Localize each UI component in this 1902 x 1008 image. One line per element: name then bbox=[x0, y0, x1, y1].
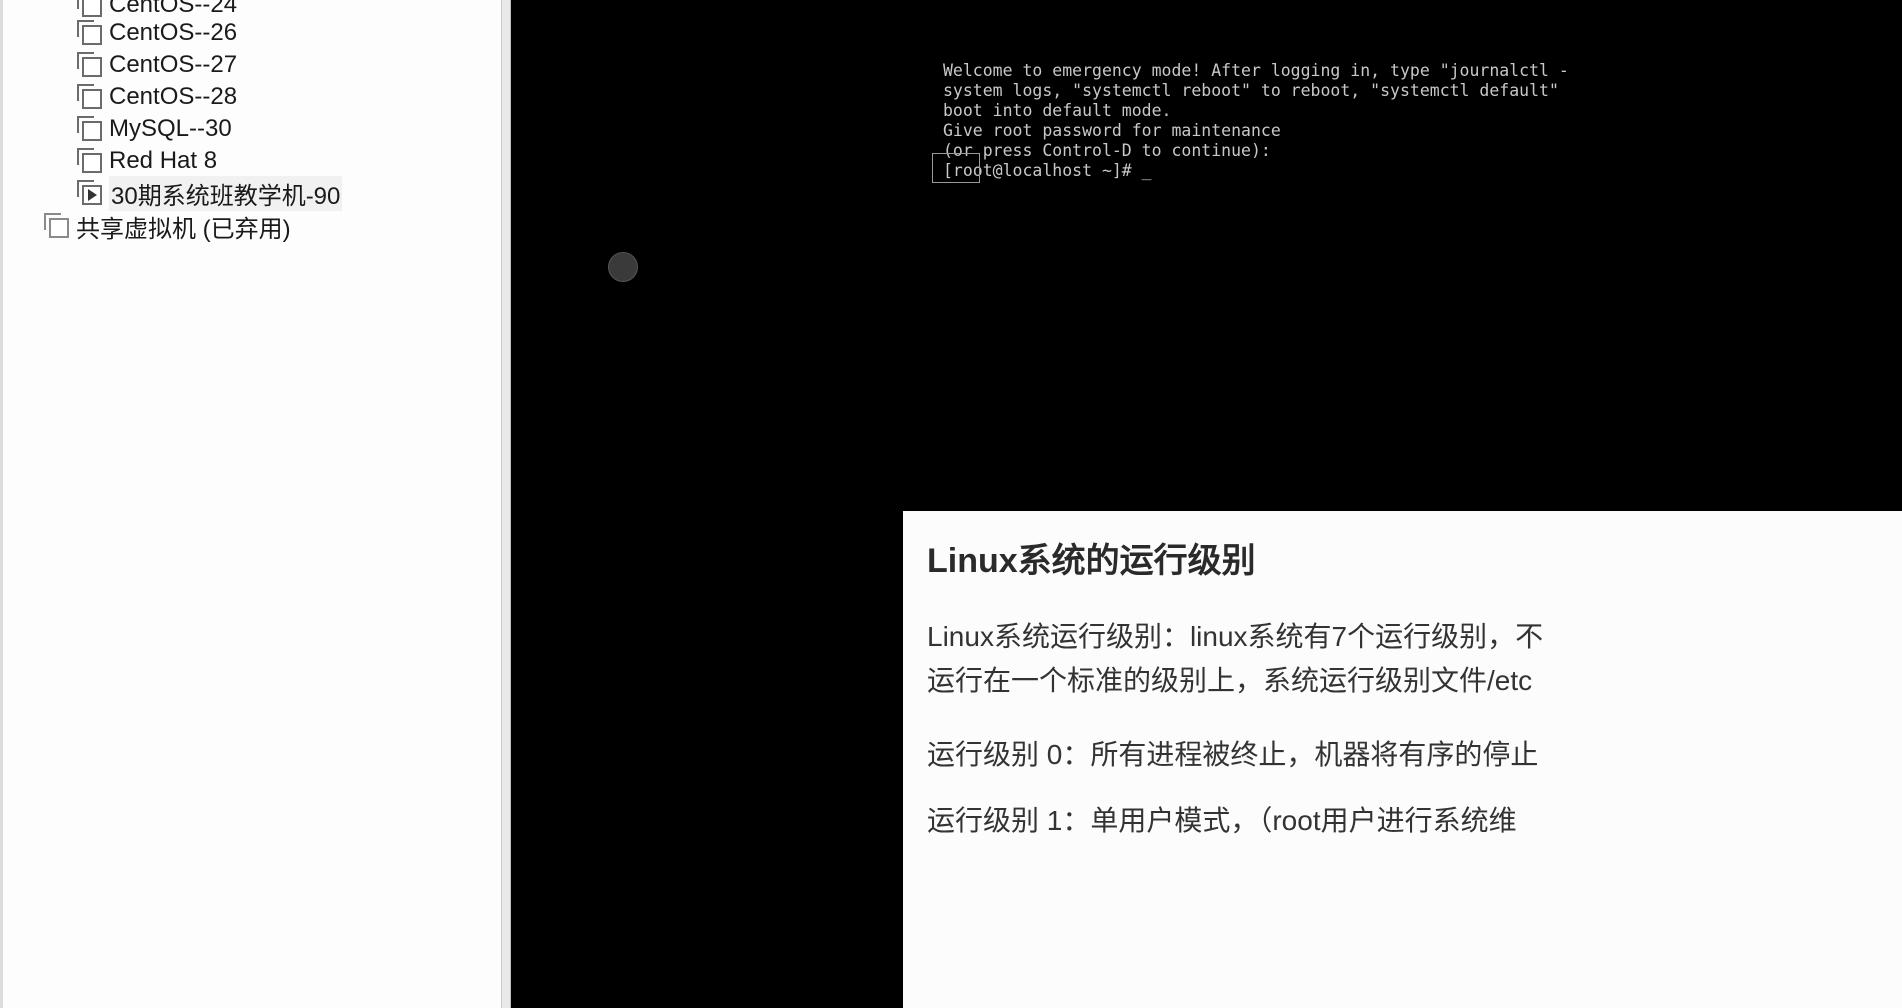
terminal-line: boot into default mode. bbox=[943, 101, 1172, 120]
tree-item-label: CentOS--28 bbox=[109, 83, 238, 110]
doc-run-level-1: 运行级别 1：单用户模式，（root用户进行系统维 bbox=[927, 805, 1517, 836]
shared-vm-icon bbox=[44, 213, 70, 239]
tree-item-label: CentOS--27 bbox=[109, 51, 238, 78]
mouse-pointer-icon bbox=[608, 252, 638, 282]
vm-icon bbox=[77, 52, 103, 78]
terminal-line: system logs, "systemctl reboot" to reboo… bbox=[943, 81, 1569, 100]
tree-item-mysql-30[interactable]: MySQL--30 bbox=[77, 114, 232, 144]
tree-item-centos-26[interactable]: CentOS--26 bbox=[77, 18, 237, 48]
tree-item-centos-28[interactable]: CentOS--28 bbox=[77, 82, 237, 112]
vm-library-panel: CentOS--24 CentOS--26 CentOS--27 CentOS-… bbox=[0, 0, 502, 1008]
tree-item-centos-24[interactable]: CentOS--24 bbox=[77, 0, 237, 20]
running-vm-icon bbox=[77, 180, 103, 206]
terminal-output: Welcome to emergency mode! After logging… bbox=[943, 61, 1569, 181]
doc-paragraph-line: Linux系统运行级别：linux系统有7个运行级别，不 bbox=[927, 621, 1544, 652]
vm-icon bbox=[77, 20, 103, 46]
tree-item-red-hat-8[interactable]: Red Hat 8 bbox=[77, 146, 217, 176]
tree-item-centos-27[interactable]: CentOS--27 bbox=[77, 50, 237, 80]
library-edge bbox=[0, 0, 3, 1008]
tree-item-teaching-vm-90[interactable]: 30期系统班教学机-90 bbox=[77, 175, 343, 211]
tree-item-label: MySQL--30 bbox=[109, 115, 232, 142]
tree-item-label: 30期系统班教学机-90 bbox=[109, 175, 343, 211]
doc-paragraph-line: 运行在一个标准的级别上，系统运行级别文件/etc bbox=[927, 665, 1533, 696]
tree-item-label: 共享虚拟机 (已弃用) bbox=[76, 215, 291, 243]
tree-item-label: CentOS--26 bbox=[109, 19, 238, 46]
tree-item-shared-vms[interactable]: 共享虚拟机 (已弃用) bbox=[44, 211, 291, 243]
vm-icon bbox=[77, 148, 103, 174]
tree-item-label: CentOS--24 bbox=[109, 0, 238, 18]
panel-splitter[interactable] bbox=[502, 0, 511, 1008]
terminal-line: Welcome to emergency mode! After logging… bbox=[943, 61, 1569, 80]
terminal-prompt[interactable]: [root@localhost ~]# _ bbox=[943, 161, 1569, 181]
vm-icon bbox=[77, 0, 103, 18]
tree-item-label: Red Hat 8 bbox=[109, 147, 218, 174]
doc-overlay: Linux系统的运行级别 Linux系统运行级别：linux系统有7个运行级别，… bbox=[903, 511, 1902, 1008]
terminal-line: (or press Control-D to continue): bbox=[943, 141, 1271, 160]
terminal-line: Give root password for maintenance bbox=[943, 121, 1281, 140]
doc-run-level-0: 运行级别 0：所有进程被终止，机器将有序的停止 bbox=[927, 739, 1539, 770]
vm-icon bbox=[77, 116, 103, 142]
doc-title: Linux系统的运行级别 bbox=[927, 542, 1256, 580]
vm-icon bbox=[77, 84, 103, 110]
selection-highlight-box bbox=[932, 153, 980, 183]
